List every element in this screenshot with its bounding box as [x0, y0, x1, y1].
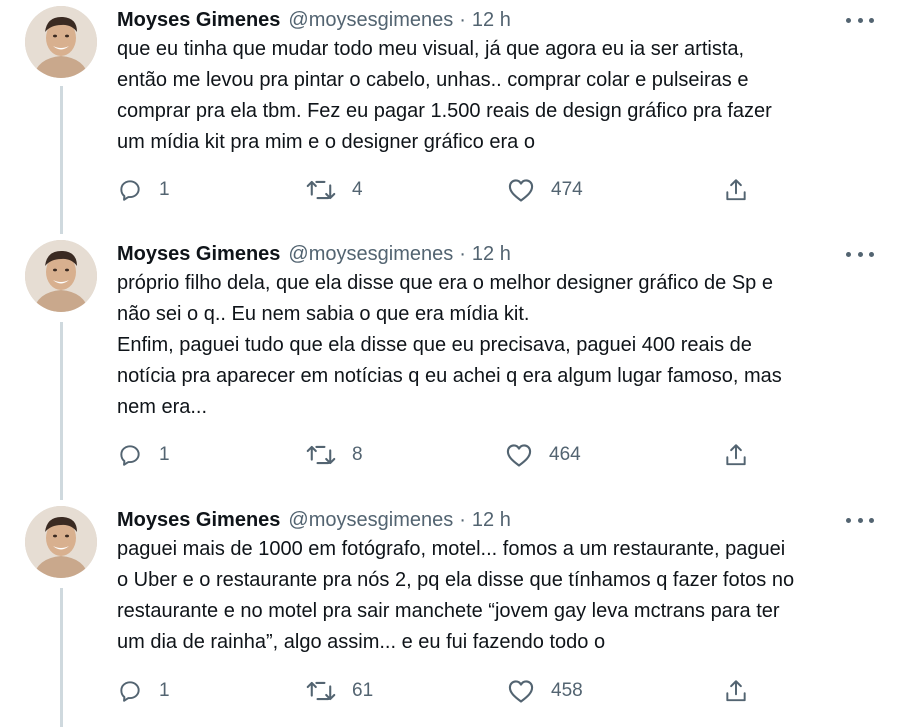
like-icon — [508, 179, 534, 202]
retweet-button[interactable]: 8 — [306, 435, 363, 475]
like-count: 464 — [549, 444, 581, 465]
retweet-icon — [306, 180, 336, 200]
more-icon-dot — [846, 17, 851, 23]
more-options-button[interactable] — [846, 8, 874, 32]
avatar-image — [25, 6, 97, 78]
avatar-image — [25, 240, 97, 312]
author-name[interactable]: Moyses Gimenes — [117, 243, 280, 266]
tweet[interactable]: Moyses Gimenes @moysesgimenes · 12 h pag… — [0, 504, 911, 727]
share-button[interactable] — [723, 170, 749, 210]
avatar-image — [25, 506, 97, 578]
tweet-header: Moyses Gimenes @moysesgimenes · 12 h — [117, 238, 511, 270]
reply-count: 1 — [159, 179, 170, 200]
author-handle[interactable]: @moysesgimenes — [288, 509, 453, 532]
tweet-actions: 1 8 464 — [0, 435, 911, 475]
share-icon — [726, 444, 746, 466]
tweet-header: Moyses Gimenes @moysesgimenes · 12 h — [117, 504, 511, 536]
like-icon — [508, 680, 534, 703]
tweet-text: próprio filho dela, que ela disse que er… — [117, 272, 782, 418]
reply-icon — [120, 180, 140, 201]
retweet-icon — [306, 681, 336, 701]
author-handle[interactable]: @moysesgimenes — [288, 243, 453, 266]
more-options-button[interactable] — [846, 242, 874, 266]
like-count: 458 — [551, 680, 583, 701]
more-options-button[interactable] — [846, 508, 874, 532]
timestamp[interactable]: 12 h — [472, 243, 511, 266]
retweet-count: 4 — [352, 179, 363, 200]
retweet-count: 8 — [352, 444, 363, 465]
more-icon-dot — [869, 517, 874, 523]
separator-dot: · — [459, 8, 466, 31]
like-count: 474 — [551, 179, 583, 200]
more-icon-dot — [869, 17, 874, 23]
like-icon — [506, 444, 532, 467]
tweet[interactable]: Moyses Gimenes @moysesgimenes · 12 h pró… — [0, 238, 911, 496]
author-handle[interactable]: @moysesgimenes — [288, 9, 453, 32]
like-button[interactable]: 464 — [505, 435, 581, 475]
retweet-icon — [306, 445, 336, 465]
more-icon-dot — [869, 251, 874, 257]
share-icon — [726, 680, 746, 702]
separator-dot: · — [459, 242, 466, 265]
like-button[interactable]: 458 — [507, 671, 583, 711]
more-icon-dot — [857, 17, 863, 23]
tweet-actions: 1 61 458 — [0, 671, 911, 711]
tweet-text: que eu tinha que mudar todo meu visual, … — [117, 38, 772, 153]
timestamp[interactable]: 12 h — [472, 9, 511, 32]
share-button[interactable] — [723, 435, 749, 475]
timestamp[interactable]: 12 h — [472, 509, 511, 532]
author-name[interactable]: Moyses Gimenes — [117, 509, 280, 532]
tweet-actions: 1 4 474 — [0, 170, 911, 210]
avatar[interactable] — [25, 240, 97, 312]
tweet-header: Moyses Gimenes @moysesgimenes · 12 h — [117, 4, 511, 36]
avatar[interactable] — [25, 6, 97, 78]
tweet[interactable]: Moyses Gimenes @moysesgimenes · 12 h que… — [0, 4, 911, 230]
reply-button[interactable]: 1 — [117, 435, 170, 475]
reply-count: 1 — [159, 444, 170, 465]
retweet-button[interactable]: 61 — [306, 671, 373, 711]
reply-button[interactable]: 1 — [117, 671, 170, 711]
avatar[interactable] — [25, 506, 97, 578]
tweet-text: paguei mais de 1000 em fotógrafo, motel.… — [117, 538, 795, 653]
like-button[interactable]: 474 — [507, 170, 583, 210]
reply-icon — [120, 445, 140, 466]
reply-icon — [120, 681, 140, 702]
share-icon — [726, 179, 746, 201]
reply-button[interactable]: 1 — [117, 170, 170, 210]
author-name[interactable]: Moyses Gimenes — [117, 9, 280, 32]
share-button[interactable] — [723, 671, 749, 711]
more-icon-dot — [846, 251, 851, 257]
more-icon-dot — [857, 517, 863, 523]
retweet-button[interactable]: 4 — [306, 170, 363, 210]
more-icon-dot — [857, 251, 863, 257]
retweet-count: 61 — [352, 680, 374, 701]
reply-count: 1 — [159, 680, 170, 701]
more-icon-dot — [846, 517, 851, 523]
separator-dot: · — [459, 508, 466, 531]
